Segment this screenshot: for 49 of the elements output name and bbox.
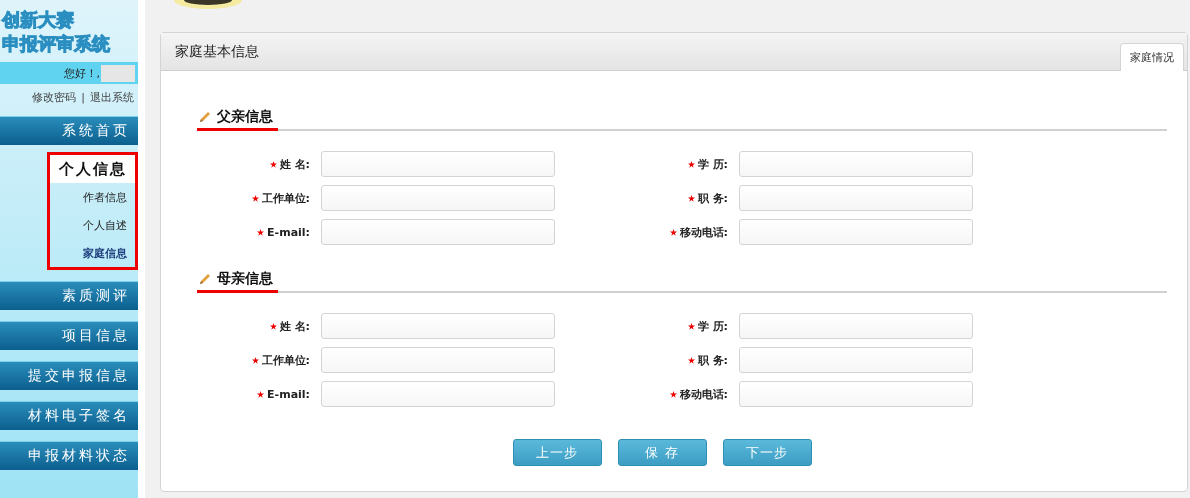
field-label: 姓 名: (279, 156, 310, 172)
section-title: 父亲信息 (217, 108, 273, 126)
nav-item[interactable]: 系统首页 (0, 116, 138, 145)
input-field[interactable] (739, 347, 973, 373)
field-label: 职 务: (697, 190, 728, 206)
redacted-name (101, 64, 135, 82)
nav-item[interactable]: 个人信息 (47, 155, 135, 183)
field-label: 学 历: (697, 156, 728, 172)
pencil-icon (199, 273, 211, 285)
logo-graphic (173, 0, 243, 10)
nav-item[interactable]: 申报材料状态 (0, 441, 138, 470)
nav-item[interactable]: 材料电子签名 (0, 401, 138, 430)
section-title: 母亲信息 (217, 270, 273, 288)
greeting-text: 您好！, (63, 65, 100, 81)
nav-item[interactable]: 素质测评 (0, 281, 138, 310)
field-label: 职 务: (697, 352, 728, 368)
logo-text: 创新大赛 (1, 8, 75, 32)
field-label: 移动电话: (679, 224, 728, 240)
pencil-icon (199, 111, 211, 123)
field-label: E-mail: (267, 387, 310, 401)
input-field[interactable] (321, 381, 555, 407)
nav-item[interactable]: 提交申报信息 (0, 361, 138, 390)
nav-item[interactable]: 项目信息 (0, 321, 138, 350)
nav-subitem[interactable]: 家庭信息 (47, 239, 135, 267)
input-field[interactable] (739, 185, 973, 211)
field-label: 工作单位: (261, 190, 310, 206)
input-field[interactable] (321, 151, 555, 177)
field-label: E-mail: (267, 225, 310, 239)
tab[interactable]: 家庭情况 (1120, 43, 1184, 71)
nav-subitem[interactable]: 作者信息 (47, 183, 135, 211)
input-field[interactable] (739, 381, 973, 407)
input-field[interactable] (739, 219, 973, 245)
input-field[interactable] (321, 347, 555, 373)
field-label: 学 历: (697, 318, 728, 334)
logo-text: 申报评审系统 (1, 32, 111, 56)
step-button[interactable]: 保 存 (617, 439, 707, 466)
panel-title: 家庭基本信息 (175, 42, 259, 61)
field-label: 移动电话: (679, 386, 728, 402)
input-field[interactable] (321, 185, 555, 211)
field-label: 姓 名: (279, 318, 310, 334)
input-field[interactable] (321, 219, 555, 245)
account-link[interactable]: 退出系统 (90, 89, 134, 105)
input-field[interactable] (321, 313, 555, 339)
input-field[interactable] (739, 151, 973, 177)
input-field[interactable] (739, 313, 973, 339)
nav-subitem[interactable]: 个人自述 (47, 211, 135, 239)
account-link[interactable]: 修改密码 (32, 89, 77, 105)
field-label: 工作单位: (261, 352, 310, 368)
separator: | (81, 90, 85, 104)
